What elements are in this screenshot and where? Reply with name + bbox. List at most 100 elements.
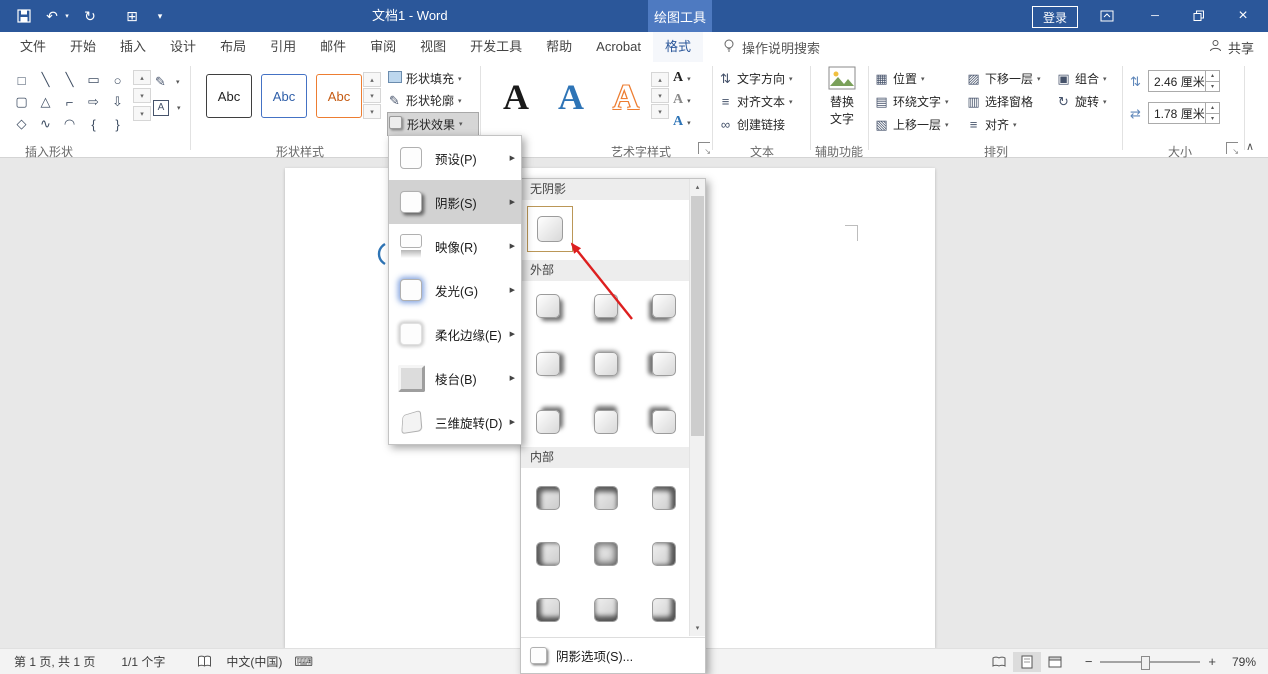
- shape-gallery-item[interactable]: △: [34, 92, 57, 112]
- zoom-in-button[interactable]: +: [1208, 654, 1216, 669]
- shad-inner-bottom[interactable]: [587, 591, 625, 629]
- undo-dropdown-icon[interactable]: ▾: [62, 0, 72, 32]
- text-direction-button[interactable]: ⇅ 文字方向 ▾: [718, 68, 792, 89]
- shad-inner-center[interactable]: [587, 535, 625, 573]
- page-indicator[interactable]: 第 1 页, 共 1 页: [14, 653, 95, 670]
- shape-gallery-item[interactable]: ╲: [34, 70, 57, 90]
- shad-outer-top-right[interactable]: [529, 403, 567, 441]
- rotate-button[interactable]: ↻ 旋转 ▾: [1056, 91, 1106, 112]
- align-text-button[interactable]: ≡ 对齐文本 ▾: [718, 91, 793, 112]
- alt-text-button[interactable]: 替换 文字: [818, 66, 866, 134]
- shape-effects-button[interactable]: 形状效果 ▾: [387, 112, 479, 136]
- tab-design[interactable]: 设计: [158, 32, 208, 62]
- shape-gallery-item[interactable]: □: [10, 70, 33, 90]
- shape-gallery-down-icon[interactable]: ▾: [133, 88, 151, 103]
- zoom-out-button[interactable]: −: [1085, 654, 1093, 669]
- tab-format[interactable]: 格式: [652, 32, 703, 62]
- shad-outer-left[interactable]: [645, 345, 683, 383]
- bring-forward-button[interactable]: ▧ 上移一层 ▾: [874, 114, 948, 135]
- wordart-dialog-launcher[interactable]: ↘: [698, 142, 711, 156]
- web-layout-icon[interactable]: [1041, 652, 1069, 672]
- restore-window-icon[interactable]: [1178, 0, 1220, 32]
- shad-inner-top-right[interactable]: [645, 479, 683, 517]
- shad-inner-top[interactable]: [587, 479, 625, 517]
- wrap-text-button[interactable]: ▤ 环绕文字 ▾: [874, 91, 948, 112]
- shad-outer-bottom-left[interactable]: [645, 287, 683, 325]
- shape-outline-button[interactable]: ✎ 形状轮廓 ▾: [387, 90, 479, 111]
- touch-mouse-mode-icon[interactable]: ⊞: [122, 0, 142, 32]
- shape-style-preset-1[interactable]: Abc: [206, 74, 252, 118]
- shad-inner-top-left[interactable]: [529, 479, 567, 517]
- tab-acrobat[interactable]: Acrobat: [584, 32, 653, 62]
- close-icon[interactable]: ×: [1222, 0, 1264, 32]
- tab-home[interactable]: 开始: [58, 32, 108, 62]
- tab-file[interactable]: 文件: [8, 32, 58, 62]
- shape-gallery-item[interactable]: ⌐: [58, 92, 81, 112]
- menu-item-shadow[interactable]: 阴影(S) ▶: [389, 180, 521, 224]
- shad-outer-top-left[interactable]: [645, 403, 683, 441]
- tab-view[interactable]: 视图: [408, 32, 458, 62]
- height-stepper[interactable]: ▴ ▾: [1205, 71, 1219, 91]
- shape-gallery-item[interactable]: ▢: [10, 92, 33, 112]
- zoom-slider-thumb[interactable]: [1141, 655, 1151, 670]
- shape-gallery-item[interactable]: ▭: [82, 70, 105, 90]
- shape-gallery-item[interactable]: ○: [106, 70, 129, 90]
- shadow-options-button[interactable]: 阴影选项(S)...: [521, 637, 705, 673]
- shad-inner-bottom-right[interactable]: [645, 591, 683, 629]
- gallery-scrollbar[interactable]: ▴ ▾: [689, 179, 705, 636]
- keyboard-icon[interactable]: ⌨: [294, 654, 313, 670]
- tab-help[interactable]: 帮助: [534, 32, 584, 62]
- shape-height-field[interactable]: 2.46 厘米 ▴ ▾: [1148, 70, 1220, 92]
- shad-inner-right[interactable]: [645, 535, 683, 573]
- minimize-icon[interactable]: ─: [1134, 0, 1176, 32]
- shape-gallery-up-icon[interactable]: ▴: [133, 70, 151, 85]
- size-dialog-launcher[interactable]: ↘: [1226, 142, 1239, 156]
- shadow-option-none[interactable]: [527, 206, 573, 252]
- shape-gallery-item[interactable]: ∿: [34, 114, 57, 134]
- shad-outer-bottom-right[interactable]: [529, 287, 567, 325]
- wordart-gallery-down-icon[interactable]: ▾: [651, 88, 669, 103]
- menu-item-soft-edges[interactable]: 柔化边缘(E) ▶: [389, 312, 521, 356]
- save-icon[interactable]: [12, 0, 36, 32]
- shad-inner-left[interactable]: [529, 535, 567, 573]
- ribbon-display-options-icon[interactable]: [1092, 0, 1122, 32]
- shape-gallery-item[interactable]: {: [82, 114, 105, 134]
- tab-layout[interactable]: 布局: [208, 32, 258, 62]
- shad-outer-center[interactable]: [587, 345, 625, 383]
- shape-gallery-item[interactable]: ⇩: [106, 92, 129, 112]
- style-gallery-up-icon[interactable]: ▴: [363, 72, 381, 87]
- scroll-up-icon[interactable]: ▴: [690, 179, 705, 195]
- width-stepper[interactable]: ▴ ▾: [1205, 103, 1219, 123]
- shape-width-field[interactable]: 1.78 厘米 ▴ ▾: [1148, 102, 1220, 124]
- scroll-down-icon[interactable]: ▾: [690, 620, 705, 636]
- qat-customize-icon[interactable]: ▾: [152, 0, 168, 32]
- style-gallery-down-icon[interactable]: ▾: [363, 88, 381, 103]
- shape-gallery-item[interactable]: }: [106, 114, 129, 134]
- text-outline-button[interactable]: A ▾: [673, 90, 691, 110]
- draw-textbox-button[interactable]: A ▾: [153, 97, 181, 118]
- group-objects-button[interactable]: ▣ 组合 ▾: [1056, 68, 1106, 89]
- shad-inner-bottom-left[interactable]: [529, 591, 567, 629]
- shape-fill-button[interactable]: 形状填充 ▾: [387, 68, 479, 89]
- wordart-gallery-up-icon[interactable]: ▴: [651, 72, 669, 87]
- shape-gallery-item[interactable]: ⇨: [82, 92, 105, 112]
- language-indicator[interactable]: 中文(中国): [226, 653, 282, 670]
- send-backward-button[interactable]: ▨ 下移一层 ▾: [966, 68, 1040, 89]
- menu-item-preset[interactable]: 预设(P) ▶: [389, 136, 521, 180]
- shad-outer-right[interactable]: [529, 345, 567, 383]
- shape-gallery-more-icon[interactable]: ▾: [133, 106, 151, 121]
- collapse-ribbon-icon[interactable]: ∧: [1246, 140, 1254, 153]
- position-button[interactable]: ▦ 位置 ▾: [874, 68, 924, 89]
- scrollbar-thumb[interactable]: [691, 196, 704, 436]
- shad-outer-top[interactable]: [587, 403, 625, 441]
- read-mode-icon[interactable]: [985, 652, 1013, 672]
- zoom-level[interactable]: 79%: [1216, 655, 1256, 669]
- shad-outer-bottom[interactable]: [587, 287, 625, 325]
- wordart-style-3[interactable]: A: [604, 74, 648, 120]
- shape-gallery-item[interactable]: ◠: [58, 114, 81, 134]
- sign-in-button[interactable]: 登录: [1032, 6, 1078, 28]
- text-effects-button[interactable]: A ▾: [673, 112, 691, 132]
- menu-item-3d-rotation[interactable]: 三维旋转(D) ▶: [389, 400, 521, 444]
- tab-developer[interactable]: 开发工具: [458, 32, 534, 62]
- tab-references[interactable]: 引用: [258, 32, 308, 62]
